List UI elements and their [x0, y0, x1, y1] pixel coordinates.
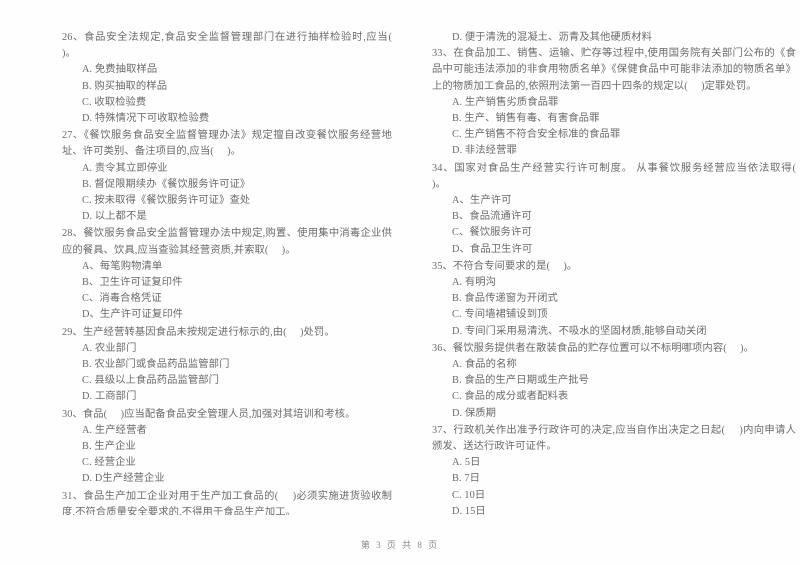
option-b: B、食品流通许可 — [452, 211, 532, 223]
option-d: D、生产许可证复印件 — [82, 309, 184, 321]
question-stem: 36、餐饮服务提供者在散装食品的贮存位置可以不标明哪项内容( )。 — [432, 342, 755, 354]
option-b: B. 7日 — [452, 473, 480, 485]
option-c: C、消毒合格凭证 — [82, 293, 162, 305]
option-b: B. 督促限期续办《餐饮服务许可证》 — [82, 178, 251, 190]
option-c: C. 食品的成分或者配料表 — [452, 391, 569, 403]
option-a: A. 生产经营者 — [82, 424, 147, 436]
option-d: D. D生产经营企业 — [82, 473, 165, 485]
page-footer: 第 3 页 共 8 页 — [0, 538, 800, 551]
question-stem: 30、食品( )应当配备食品安全管理人员,加强对其培训和考核。 — [62, 408, 356, 420]
question-34: 34、国家对食品生产经营实行许可制度。 从事餐饮服务经营应当依法取得( )。 A… — [424, 161, 796, 258]
option-d: D. 非法经营罪 — [452, 145, 517, 157]
option-c: C. 10日 — [452, 489, 486, 501]
question-28: 28、餐饮服务食品安全监督管理办法中规定,购置、使用集中消毒企业供应的餐具、饮具… — [62, 226, 392, 323]
option-b: B. 食品的生产日期或生产批号 — [452, 375, 590, 387]
option-d: D. 保质期 — [452, 407, 497, 419]
option-d: D. 工商部门 — [82, 391, 137, 403]
question-26: 26、食品安全法规定,食品安全监督管理部门在进行抽样检验时,应当( )。 A. … — [62, 30, 392, 127]
option-a: A. 责令其立即停业 — [82, 162, 168, 174]
question-stem: 34、国家对食品生产经营实行许可制度。 从事餐饮服务经营应当依法取得( )。 — [432, 162, 796, 190]
option-b: B、卫生许可证复印件 — [82, 277, 183, 289]
right-column: D. 便于清洗的混凝土、沥青及其他硬质材料 33、在食品加工、销售、运输、贮存等… — [400, 30, 800, 515]
option-b: B. 农业部门或食品药品监管部门 — [82, 359, 230, 371]
question-stem: 35、不符合专间要求的是( )。 — [432, 260, 578, 272]
option-c: C. 经营企业 — [82, 457, 136, 469]
question-27: 27、《餐饮服务食品安全监督管理办法》规定擅自改变餐饮服务经营地址、许可类别、备… — [62, 128, 392, 225]
document-page: 26、食品安全法规定,食品安全监督管理部门在进行抽样检验时,应当( )。 A. … — [0, 0, 800, 565]
question-36: 36、餐饮服务提供者在散装食品的贮存位置可以不标明哪项内容( )。 A. 食品的… — [424, 341, 796, 422]
option-d: D. 15日 — [452, 505, 486, 515]
option-c: C、餐饮服务许可 — [452, 227, 532, 239]
option-a: A. 生产销售劣质食品罪 — [452, 96, 559, 108]
question-stem: 27、《餐饮服务食品安全监督管理办法》规定擅自改变餐饮服务经营地址、许可类别、备… — [62, 130, 392, 158]
option-d: D. 以上都不是 — [82, 211, 147, 223]
option-b: B. 购买抽取的样品 — [82, 80, 168, 92]
left-column: 26、食品安全法规定,食品安全监督管理部门在进行抽样检验时,应当( )。 A. … — [0, 30, 400, 515]
option-d: D、食品卫生许可 — [452, 243, 533, 255]
option-a: A. 食品的名称 — [452, 359, 517, 371]
option-c: C. 县级以上食品药品监管部门 — [82, 375, 220, 387]
question-stem: 37、行政机关作出准予行政许可的决定,应当自作出决定之日起( )内向申请人颁发、… — [432, 424, 796, 453]
two-column-layout: 26、食品安全法规定,食品安全监督管理部门在进行抽样检验时,应当( )。 A. … — [0, 30, 800, 515]
option-d-continued: D. 便于清洗的混凝土、沥青及其他硬质材料 — [452, 32, 653, 43]
question-stem: 31、食品生产加工企业对用于生产加工食品的( )必须实施进货验收制度,不符合质量… — [62, 490, 392, 515]
option-b: B. 生产企业 — [82, 441, 136, 453]
option-a: A. 有明沟 — [452, 277, 497, 289]
question-stem: 26、食品安全法规定,食品安全监督管理部门在进行抽样检验时,应当( )。 — [62, 32, 392, 60]
question-stem: 29、生产经营转基因食品未按规定进行标示的,由( )处罚。 — [62, 326, 335, 338]
option-a: A. 5日 — [452, 457, 481, 469]
question-29: 29、生产经营转基因食品未按规定进行标示的,由( )处罚。 A. 农业部门 B.… — [62, 325, 392, 406]
option-b: B. 食品传递窗为开闭式 — [452, 293, 558, 305]
question-31: 31、食品生产加工企业对用于生产加工食品的( )必须实施进货验收制度,不符合质量… — [62, 489, 392, 515]
question-35: 35、不符合专间要求的是( )。 A. 有明沟 B. 食品传递窗为开闭式 C. … — [424, 259, 796, 340]
option-a: A. 免费抽取样品 — [82, 64, 158, 76]
option-c: C. 生产销售不符合安全标准的食品罪 — [452, 129, 621, 141]
option-a: A. 农业部门 — [82, 342, 137, 354]
question-33: 33、在食品加工、销售、运输、贮存等过程中,使用国务院有关部门公布的《食品中可能… — [424, 46, 796, 159]
question-37: 37、行政机关作出准予行政许可的决定,应当自作出决定之日起( )内向申请人颁发、… — [424, 423, 796, 515]
option-c: C. 按未取得《餐饮服务许可证》查处 — [82, 195, 251, 207]
option-c: C. 收取检验费 — [82, 96, 147, 108]
question-stem: 33、在食品加工、销售、运输、贮存等过程中,使用国务院有关部门公布的《食品中可能… — [432, 48, 796, 92]
option-a: A、每笔购物清单 — [82, 260, 163, 272]
option-d: D. 特殊情况下可收取检验费 — [82, 113, 210, 125]
question-stem: 28、餐饮服务食品安全监督管理办法中规定,购置、使用集中消毒企业供应的餐具、饮具… — [62, 228, 392, 256]
option-c: C. 专间墙裙铺设到顶 — [452, 309, 548, 321]
option-b: B. 生产、销售有毒、有害食品罪 — [452, 113, 600, 125]
question-30: 30、食品( )应当配备食品安全管理人员,加强对其培训和考核。 A. 生产经营者… — [62, 407, 392, 488]
page-number-text: 第 3 页 共 8 页 — [360, 540, 440, 550]
option-d: D. 专间门采用易清洗、不吸水的坚固材质,能够自动关闭 — [452, 325, 707, 337]
option-a: A、生产许可 — [452, 195, 512, 207]
